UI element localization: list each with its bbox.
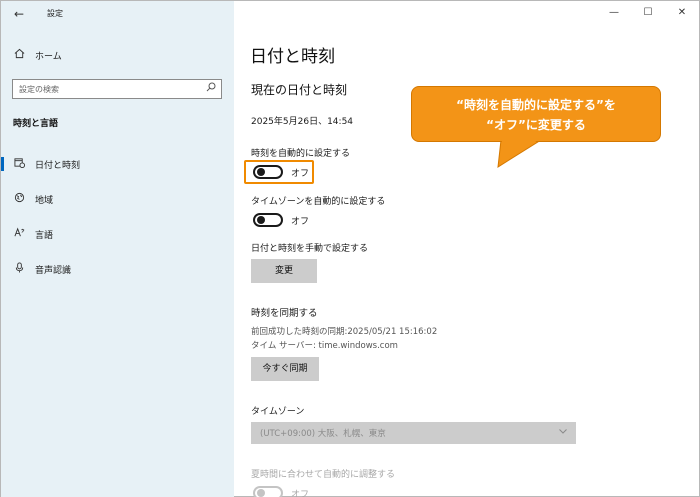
- sidebar-item-region[interactable]: 地域: [1, 187, 234, 211]
- page-title: 日付と時刻: [250, 47, 335, 67]
- sidebar-item-label: 音声認識: [35, 265, 72, 276]
- search-icon[interactable]: [205, 82, 217, 96]
- home-icon: [11, 48, 27, 62]
- dst-state: オフ: [291, 489, 310, 497]
- change-button[interactable]: 変更: [251, 259, 317, 283]
- globe-icon: [11, 192, 27, 206]
- sidebar: ← 設定 ホーム 時刻と言語 日付と時刻: [1, 1, 234, 497]
- language-icon: [11, 227, 27, 241]
- toggle-knob: [257, 216, 265, 224]
- sync-heading: 時刻を同期する: [251, 308, 318, 319]
- sidebar-item-label: 日付と時刻: [35, 160, 81, 171]
- main-content: 日付と時刻 現在の日付と時刻 2025年5月26日、14:54 時刻を自動的に設…: [234, 1, 700, 497]
- dst-toggle[interactable]: [253, 486, 283, 497]
- auto-timezone-toggle[interactable]: [253, 213, 283, 227]
- time-server-info: タイム サーバー: time.windows.com: [251, 341, 398, 351]
- dst-toggle-row: オフ: [253, 486, 309, 497]
- callout-annotation: “時刻を自動的に設定する”を “オフ”に変更する: [411, 86, 661, 142]
- manual-datetime-label: 日付と時刻を手動で設定する: [251, 244, 369, 254]
- callout-line-2: “オフ”に変更する: [486, 118, 586, 132]
- callout-line-1: “時刻を自動的に設定する”を: [456, 98, 616, 112]
- timezone-heading: タイムゾーン: [251, 407, 305, 417]
- title-bar: ← 設定: [1, 1, 234, 27]
- back-arrow-icon: ←: [13, 7, 25, 21]
- sync-now-button[interactable]: 今すぐ同期: [251, 357, 319, 381]
- timezone-value: (UTC+09:00) 大阪、札幌、東京: [260, 429, 386, 439]
- sidebar-item-label: ホーム: [35, 51, 62, 62]
- chevron-down-icon: [558, 426, 568, 439]
- sidebar-item-label: 地域: [35, 195, 54, 206]
- toggle-knob: [257, 489, 265, 497]
- auto-timezone-toggle-row: オフ: [253, 213, 309, 227]
- current-datetime: 2025年5月26日、14:54: [251, 117, 354, 127]
- highlight-box: [244, 160, 314, 184]
- sidebar-item-date-time[interactable]: 日付と時刻: [1, 152, 234, 176]
- current-datetime-heading: 現在の日付と時刻: [251, 83, 348, 97]
- auto-time-label: 時刻を自動的に設定する: [251, 149, 351, 159]
- auto-timezone-label: タイムゾーンを自動的に設定する: [251, 197, 386, 207]
- search-box[interactable]: [12, 79, 222, 99]
- calendar-clock-icon: [11, 157, 27, 171]
- sidebar-item-home[interactable]: ホーム: [1, 43, 234, 67]
- dst-label: 夏時間に合わせて自動的に調整する: [251, 470, 396, 480]
- sidebar-item-label: 言語: [35, 230, 54, 241]
- section-heading: 時刻と言語: [13, 119, 59, 129]
- last-sync-info: 前回成功した時刻の同期:2025/05/21 15:16:02: [251, 327, 438, 337]
- microphone-icon: [11, 262, 27, 276]
- back-button[interactable]: ←: [9, 5, 29, 23]
- timezone-dropdown[interactable]: (UTC+09:00) 大阪、札幌、東京: [251, 422, 576, 444]
- sidebar-item-speech[interactable]: 音声認識: [1, 257, 234, 281]
- sidebar-item-language[interactable]: 言語: [1, 222, 234, 246]
- search-input[interactable]: [19, 82, 199, 96]
- settings-window: ← 設定 ホーム 時刻と言語 日付と時刻: [0, 0, 700, 497]
- auto-timezone-state: オフ: [291, 216, 310, 227]
- app-title: 設定: [47, 9, 63, 18]
